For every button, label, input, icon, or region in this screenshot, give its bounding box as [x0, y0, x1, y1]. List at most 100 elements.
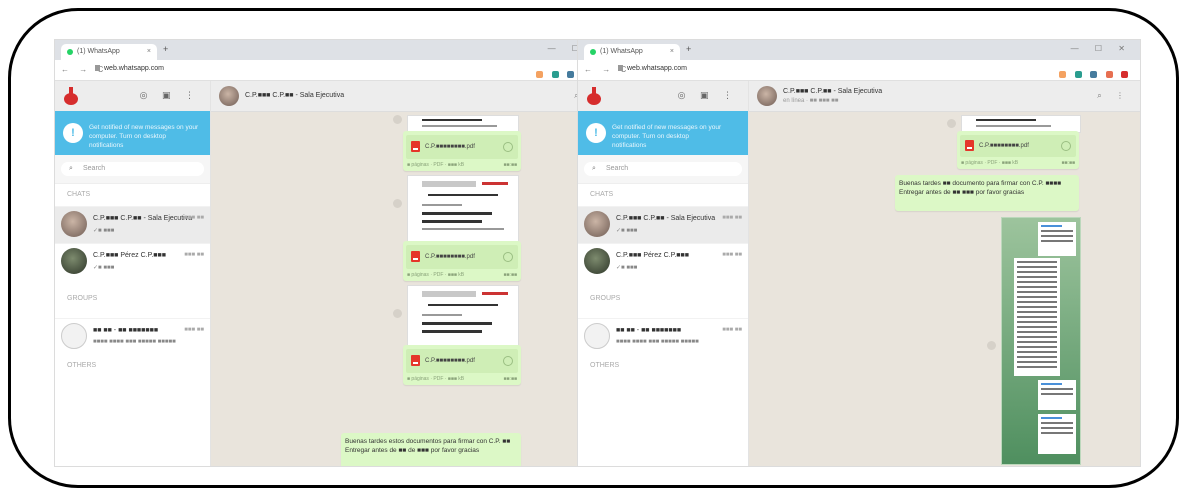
chat-name: C.P.■■■ Pérez C.P.■■■ — [93, 252, 166, 259]
chat-time: ■■■ ■■ — [722, 327, 742, 333]
tab-title: (1) WhatsApp — [77, 48, 120, 55]
download-icon[interactable] — [1061, 141, 1071, 151]
new-tab-button[interactable]: + — [686, 44, 691, 54]
url-text: web.whatsapp.com — [104, 65, 164, 72]
main-document — [1014, 258, 1060, 376]
download-icon[interactable] — [503, 356, 513, 366]
browser-tab[interactable]: (1) WhatsApp × — [584, 44, 680, 60]
tab-close-icon[interactable]: × — [147, 44, 151, 60]
tab-close-icon[interactable]: × — [670, 44, 674, 60]
contact-avatar — [584, 248, 610, 274]
chat-preview: ■■■■ ■■■■ ■■■ ■■■■■ ■■■■■ — [93, 339, 176, 345]
search-input[interactable]: ⌕ Search — [584, 162, 742, 176]
browser-tabstrip: (1) WhatsApp × + — ☐ ✕ — [578, 40, 1140, 60]
contact-avatar — [757, 86, 777, 106]
pdf-icon — [965, 140, 974, 151]
chat-sidebar: ◎ ▣ ⋮ ! Get notified of new messages on … — [55, 81, 211, 466]
document-message[interactable]: C.P.■■■■■■■■.pdf ■ páginas · PDF · ■■■ k… — [403, 241, 521, 281]
profile-avatar[interactable] — [586, 87, 602, 105]
chat-preview: ■■■■ ■■■■ ■■■ ■■■■■ ■■■■■ — [616, 339, 699, 345]
address-bar: ← → C web.whatsapp.com — [55, 60, 617, 81]
whatsapp-app: ◎ ▣ ⋮ ! Get notified of new messages on … — [55, 81, 617, 466]
file-meta: ■ páginas · PDF · ■■■ kB — [407, 272, 465, 278]
search-bar: ⌕ Search — [55, 155, 210, 184]
pdf-icon — [411, 141, 420, 152]
chat-sidebar: ◎ ▣ ⋮ ! Get notified of new messages on … — [578, 81, 749, 466]
sidebar-header-icons[interactable]: ◎ ▣ ⋮ — [140, 90, 200, 101]
screenshot-right: (1) WhatsApp × + — ☐ ✕ ← → C web.whatsap… — [578, 40, 1140, 466]
conversation-header-icons[interactable]: ⌕ ⋮ — [1097, 91, 1130, 101]
forward-icon[interactable] — [393, 199, 402, 208]
browser-tabstrip: (1) WhatsApp × + — ☐ ✕ — [55, 40, 617, 60]
image-message[interactable] — [1001, 217, 1081, 465]
chat-name: C.P.■■■ C.P.■■ - Sala Ejecutiva — [616, 215, 716, 222]
file-name: C.P.■■■■■■■■.pdf — [979, 143, 1029, 149]
extension-icon[interactable] — [1074, 71, 1082, 79]
conversation-header[interactable]: C.P.■■■ C.P.■■ - Sala Ejecutiva en línea… — [749, 81, 1140, 112]
extension-icon[interactable] — [536, 71, 544, 79]
search-placeholder: Search — [83, 165, 106, 172]
document-message[interactable]: C.P.■■■■■■■■.pdf ■ páginas · PDF · ■■■ k… — [403, 345, 521, 385]
lock-icon — [618, 65, 623, 72]
desktop-notification-banner[interactable]: ! Get notified of new messages on your c… — [55, 111, 210, 155]
extension-icon[interactable] — [1059, 71, 1067, 79]
message-text: Buenas tardes ■■ documento para firmar c… — [899, 180, 1062, 196]
url-field[interactable]: web.whatsapp.com — [95, 65, 164, 72]
chat-time: ■■■ ■■ — [184, 252, 204, 258]
browser-tab[interactable]: (1) WhatsApp × — [61, 44, 157, 60]
forward-icon[interactable] — [393, 309, 402, 318]
chat-list-item[interactable]: C.P.■■■ Pérez C.P.■■■ ■■■ ■■ ✓■ ■■■ — [578, 243, 748, 280]
conversation-panel: C.P.■■■ C.P.■■ - Sala Ejecutiva en línea… — [749, 81, 1140, 466]
extension-icon[interactable] — [1105, 71, 1113, 79]
sidebar-header: ◎ ▣ ⋮ — [55, 81, 210, 111]
document-message[interactable]: C.P.■■■■■■■■.pdf ■ páginas · PDF · ■■■ k… — [957, 131, 1079, 169]
file-meta: ■ páginas · PDF · ■■■ kB — [407, 162, 465, 168]
url-field[interactable]: web.whatsapp.com — [618, 65, 687, 72]
download-icon[interactable] — [503, 252, 513, 262]
search-input[interactable]: ⌕ Search — [61, 162, 204, 176]
chat-name: ■■ ■■ - ■■ ■■■■■■■ — [616, 327, 682, 334]
chat-preview: ✓■ ■■■ — [93, 228, 115, 234]
message-time: ■■:■■ — [503, 272, 517, 278]
contact-avatar — [61, 323, 87, 349]
file-name: C.P.■■■■■■■■.pdf — [425, 254, 475, 260]
extension-icon[interactable] — [567, 71, 575, 79]
download-icon[interactable] — [503, 142, 513, 152]
chat-list-item[interactable]: C.P.■■■ C.P.■■ - Sala Ejecutiva ■■■ ■■ ✓… — [55, 206, 210, 243]
file-meta: ■ páginas · PDF · ■■■ kB — [961, 160, 1019, 166]
sidebar-header-icons[interactable]: ◎ ▣ ⋮ — [678, 90, 738, 101]
lock-icon — [95, 65, 100, 72]
forward-icon[interactable] — [393, 115, 402, 124]
notification-text: Get notified of new messages on your com… — [89, 124, 199, 149]
chat-list-item[interactable]: C.P.■■■ Pérez C.P.■■■ ■■■ ■■ ✓■ ■■■ — [55, 243, 210, 280]
document-message[interactable]: C.P.■■■■■■■■.pdf ■ páginas · PDF · ■■■ k… — [403, 131, 521, 171]
text-message[interactable]: Buenas tardes ■■ documento para firmar c… — [895, 175, 1079, 211]
extension-icon[interactable] — [551, 71, 559, 79]
new-tab-button[interactable]: + — [163, 44, 168, 54]
profile-avatar[interactable] — [63, 87, 79, 105]
text-message[interactable]: Buenas tardes estos documentos para firm… — [341, 433, 521, 466]
chat-preview: ✓■ ■■■ — [616, 265, 638, 271]
conversation-title: C.P.■■■ C.P.■■ - Sala Ejecutiva — [245, 92, 345, 99]
document-preview[interactable] — [407, 175, 519, 243]
conversation-panel: C.P.■■■ C.P.■■ - Sala Ejecutiva ⌕ ⋮ C.P.… — [211, 81, 617, 466]
file-meta: ■ páginas · PDF · ■■■ kB — [407, 376, 465, 382]
desktop-notification-banner[interactable]: ! Get notified of new messages on your c… — [578, 111, 748, 155]
chat-list-item[interactable]: ■■ ■■ - ■■ ■■■■■■■ ■■■ ■■ ■■■■ ■■■■ ■■■ … — [578, 318, 748, 355]
whatsapp-app: ◎ ▣ ⋮ ! Get notified of new messages on … — [578, 81, 1140, 466]
forward-icon[interactable] — [947, 119, 956, 128]
chat-list-item[interactable]: ■■ ■■ - ■■ ■■■■■■■ ■■■ ■■ ■■■■ ■■■■ ■■■ … — [55, 318, 210, 355]
section-label: OTHERS — [67, 362, 97, 369]
chat-preview: ✓■ ■■■ — [616, 228, 638, 234]
document-preview[interactable] — [407, 285, 519, 347]
extension-icon[interactable] — [1121, 71, 1128, 79]
chat-time: ■■■ ■■ — [184, 327, 204, 333]
sidebar-header: ◎ ▣ ⋮ — [578, 81, 748, 111]
forward-icon[interactable] — [987, 341, 996, 350]
thumbnail-document — [1038, 380, 1076, 410]
chat-list-item[interactable]: C.P.■■■ C.P.■■ - Sala Ejecutiva ■■■ ■■ ✓… — [578, 206, 748, 243]
window-controls[interactable]: — ☐ ✕ — [1071, 44, 1132, 53]
conversation-header[interactable]: C.P.■■■ C.P.■■ - Sala Ejecutiva ⌕ ⋮ — [211, 81, 617, 112]
conversation-subtitle: en línea · ■■ ■■■ ■■ — [783, 98, 839, 104]
extension-icon[interactable] — [1090, 71, 1098, 79]
